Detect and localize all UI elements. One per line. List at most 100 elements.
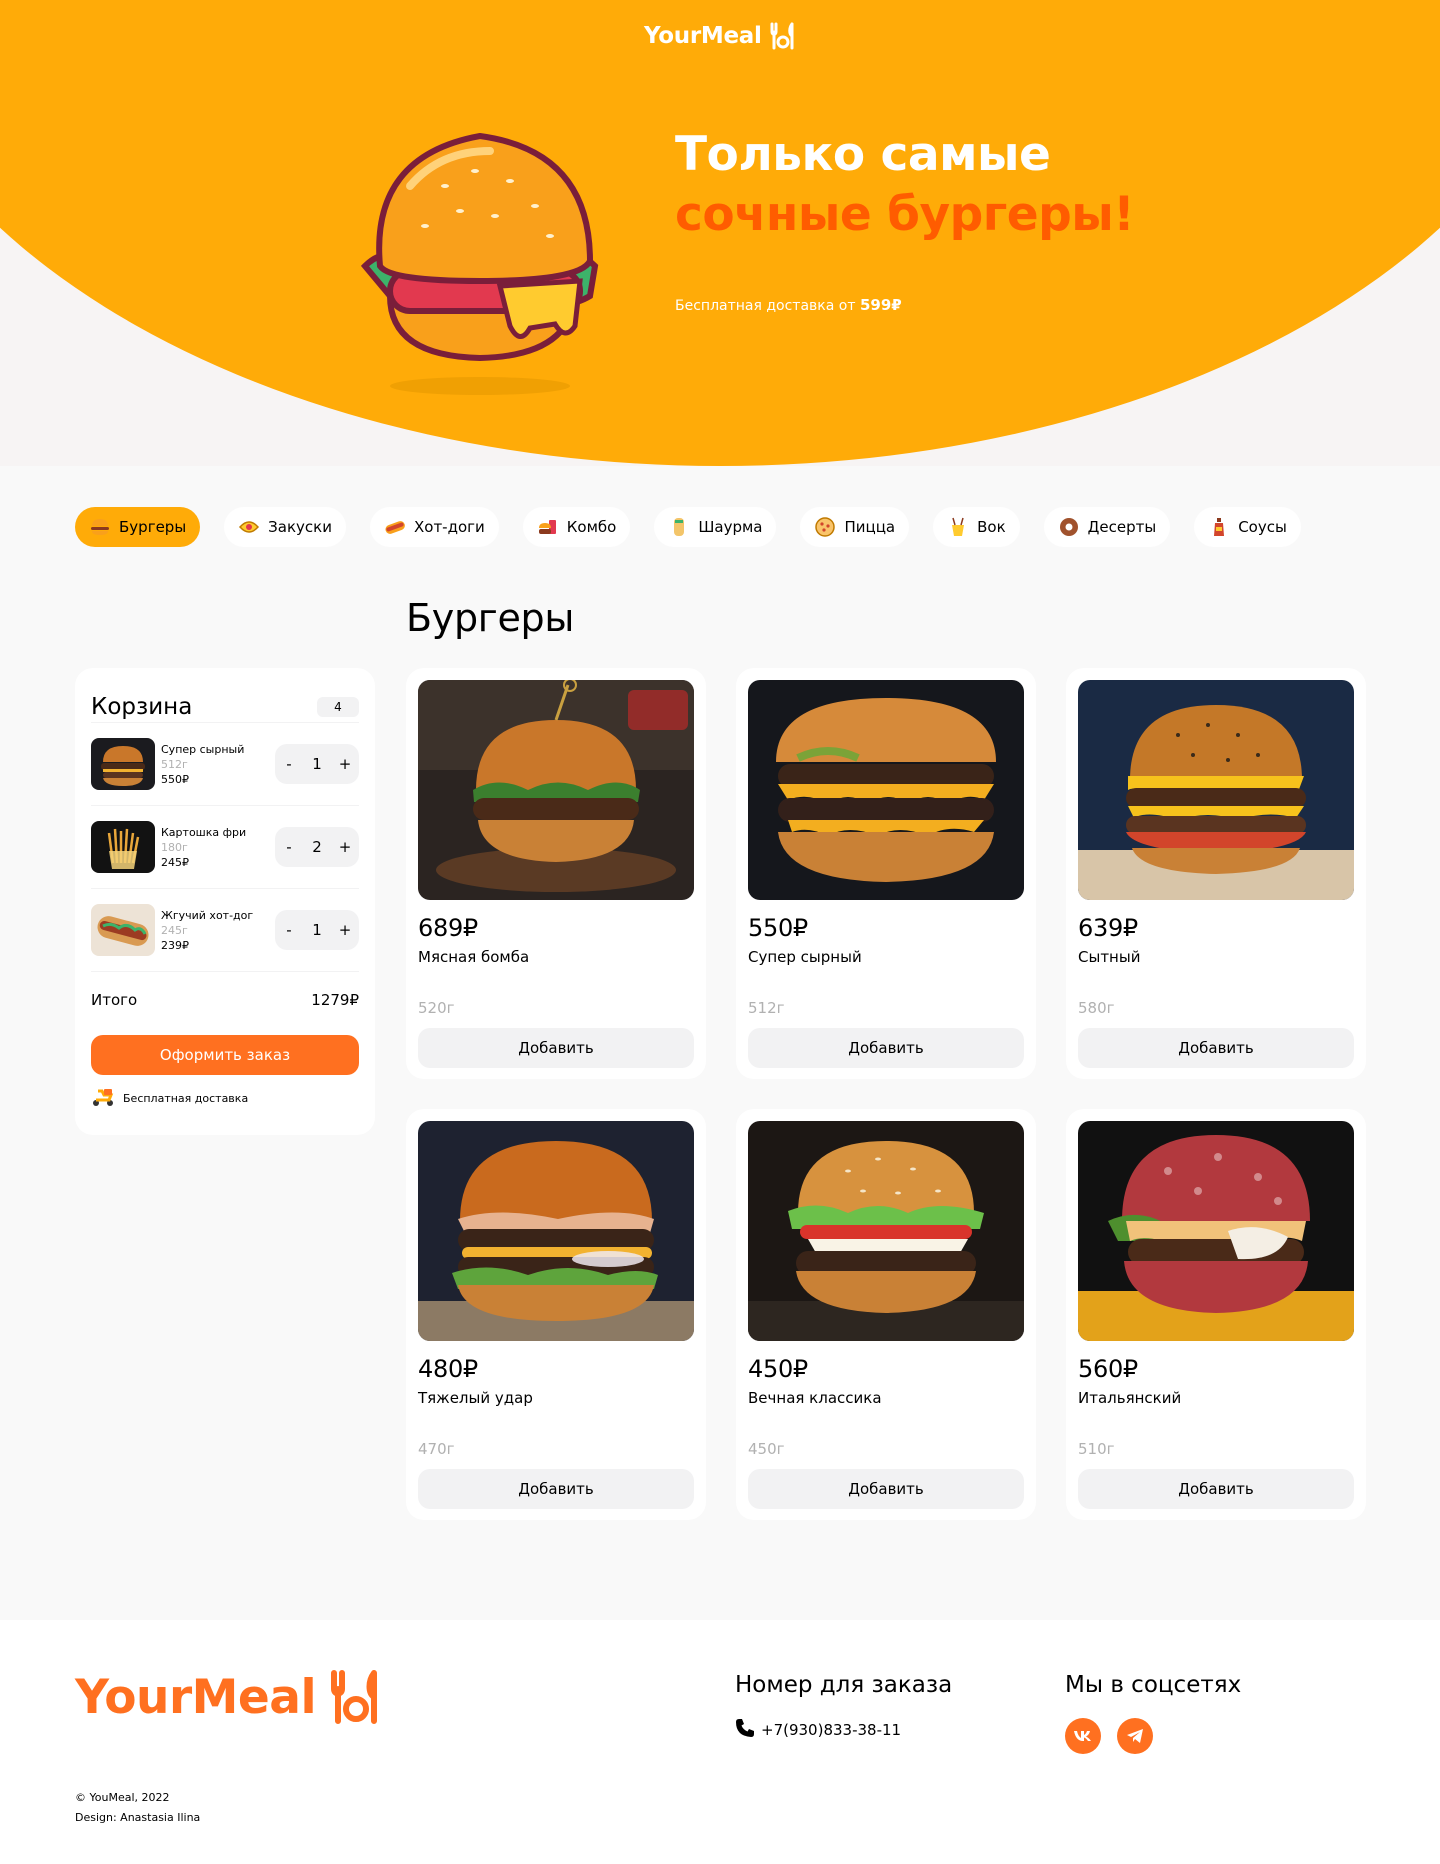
- cart-item: Жгучий хот-дог 245г 239₽ - 1 +: [91, 888, 359, 971]
- product-weight: 520г: [418, 999, 455, 1017]
- product-image: [1078, 1121, 1354, 1341]
- shawarma-icon: [668, 516, 690, 538]
- product-weight: 580г: [1078, 999, 1115, 1017]
- phone-icon: [735, 1718, 755, 1742]
- cart-item-price: 550₽: [161, 772, 189, 786]
- total-value: 1279₽: [311, 990, 359, 1009]
- quantity-stepper: - 1 +: [275, 744, 359, 784]
- product-image: [418, 680, 694, 900]
- footer: YourMeal © YouMeal, 2022 Design: Anastas…: [0, 1620, 1440, 1864]
- burger-icon: [89, 516, 111, 538]
- product-name: Итальянский: [1078, 1389, 1182, 1407]
- category-pizza[interactable]: Пицца: [800, 507, 910, 547]
- cart-item: Супер сырный 512г 550₽ - 1 +: [91, 722, 359, 805]
- cart-item-price: 239₽: [161, 938, 189, 952]
- category-label: Комбо: [566, 518, 617, 536]
- category-burgers[interactable]: Бургеры: [75, 507, 201, 547]
- cart-count-badge: 4: [317, 697, 359, 717]
- product-name: Мясная бомба: [418, 948, 530, 966]
- copyright-text: © YouMeal, 2022: [75, 1791, 170, 1804]
- category-shawarma[interactable]: Шаурма: [654, 507, 777, 547]
- delivery-text: Бесплатная доставка от: [675, 298, 860, 314]
- checkout-button[interactable]: Оформить заказ: [91, 1035, 359, 1075]
- increase-button[interactable]: +: [335, 921, 355, 939]
- product-image: [418, 1121, 694, 1341]
- product-card: 480₽ Тяжелый удар 470г Добавить: [406, 1109, 706, 1520]
- telegram-icon[interactable]: [1117, 1718, 1153, 1754]
- decrease-button[interactable]: -: [279, 921, 299, 939]
- quantity-stepper: - 1 +: [275, 910, 359, 950]
- product-weight: 470г: [418, 1440, 455, 1458]
- vk-icon[interactable]: [1065, 1718, 1101, 1754]
- footer-order-contact: Номер для заказа +7(930)833-38-11: [735, 1672, 952, 1742]
- product-price: 480₽: [418, 1355, 478, 1383]
- category-snacks[interactable]: Закуски: [224, 507, 346, 547]
- product-weight: 450г: [748, 1440, 785, 1458]
- cart-item-weight: 180г: [161, 840, 188, 854]
- product-name: Сытный: [1078, 948, 1141, 966]
- hero-title-line2: сочные бургеры!: [675, 187, 1135, 242]
- cart-title: Корзина: [91, 694, 193, 720]
- category-label: Закуски: [268, 518, 332, 536]
- design-credit: Design: Anastasia Ilina: [75, 1811, 201, 1824]
- phone-link[interactable]: +7(930)833-38-11: [735, 1718, 952, 1742]
- category-desserts[interactable]: Десерты: [1043, 507, 1171, 547]
- quantity-value: 2: [312, 838, 322, 856]
- fork-knife-icon: [770, 22, 794, 50]
- logo-text: YourMeal: [644, 23, 762, 49]
- product-image: [1078, 680, 1354, 900]
- cart-item-image: [91, 821, 155, 873]
- footer-logo[interactable]: YourMeal: [75, 1668, 386, 1726]
- category-label: Десерты: [1087, 518, 1157, 536]
- cart-item: Картошка фри 180г 245₽ - 2 +: [91, 805, 359, 888]
- add-to-cart-button[interactable]: Добавить: [418, 1028, 694, 1068]
- cart-panel: Корзина 4 Супер сырный 512г 550₽ - 1 + К…: [75, 668, 375, 1135]
- burger-illustration: [360, 132, 599, 395]
- product-weight: 510г: [1078, 1440, 1115, 1458]
- product-image: [748, 680, 1024, 900]
- quantity-stepper: - 2 +: [275, 827, 359, 867]
- decrease-button[interactable]: -: [279, 838, 299, 856]
- footer-social: Мы в соцсетях: [1065, 1672, 1241, 1754]
- delivery-amount: 599₽: [859, 296, 902, 314]
- add-to-cart-button[interactable]: Добавить: [748, 1469, 1024, 1509]
- cart-total: Итого 1279₽: [91, 971, 359, 1027]
- pizza-icon: [814, 516, 836, 538]
- add-to-cart-button[interactable]: Добавить: [418, 1469, 694, 1509]
- product-price: 689₽: [418, 914, 478, 942]
- product-price: 639₽: [1078, 914, 1138, 942]
- add-to-cart-button[interactable]: Добавить: [1078, 1028, 1354, 1068]
- category-hotdogs[interactable]: Хот-доги: [369, 507, 499, 547]
- hero-banner: YourMeal Только самые сочные бургеры! Бе…: [0, 0, 1440, 466]
- product-grid: 689₽ Мясная бомба 520г Добавить 550₽ Суп…: [406, 668, 1366, 1520]
- category-sauces[interactable]: Соусы: [1194, 507, 1301, 547]
- section-title: Бургеры: [406, 596, 575, 640]
- cart-item-name: Жгучий хот-дог: [161, 908, 254, 922]
- category-wok[interactable]: Вок: [933, 507, 1020, 547]
- increase-button[interactable]: +: [335, 755, 355, 773]
- cart-item-weight: 512г: [161, 757, 188, 771]
- hero-delivery-note: Бесплатная доставка от 599₽: [675, 296, 902, 314]
- product-image: [748, 1121, 1024, 1341]
- cart-item-weight: 245г: [161, 923, 188, 937]
- header-logo[interactable]: YourMeal: [644, 22, 798, 50]
- decrease-button[interactable]: -: [279, 755, 299, 773]
- delivery-scooter-icon: [91, 1087, 115, 1110]
- fork-knife-icon: [331, 1670, 378, 1724]
- category-combo[interactable]: Комбо: [522, 507, 631, 547]
- product-card: 450₽ Вечная классика 450г Добавить: [736, 1109, 1036, 1520]
- footer-logo-text: YourMeal: [75, 1669, 317, 1725]
- product-name: Тяжелый удар: [418, 1389, 533, 1407]
- quantity-value: 1: [312, 755, 322, 773]
- hotdog-icon: [384, 516, 406, 538]
- add-to-cart-button[interactable]: Добавить: [1078, 1469, 1354, 1509]
- social-heading: Мы в соцсетях: [1065, 1672, 1242, 1698]
- footer-copyright: © YouMeal, 2022 Design: Anastasia Ilina: [75, 1788, 200, 1828]
- combo-icon: [537, 516, 559, 538]
- add-to-cart-button[interactable]: Добавить: [748, 1028, 1024, 1068]
- phone-number: +7(930)833-38-11: [761, 1721, 902, 1739]
- donut-icon: [1058, 516, 1080, 538]
- cart-header: Корзина 4: [91, 692, 359, 722]
- product-name: Вечная классика: [748, 1389, 882, 1407]
- increase-button[interactable]: +: [335, 838, 355, 856]
